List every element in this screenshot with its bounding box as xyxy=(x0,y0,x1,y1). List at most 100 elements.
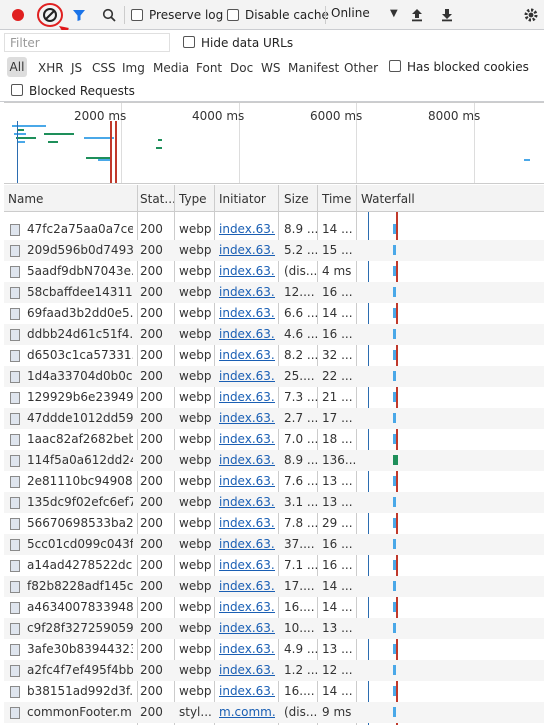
column-time[interactable]: Time xyxy=(322,192,351,206)
blocked-requests-checkbox[interactable] xyxy=(11,84,23,96)
request-initiator[interactable]: index.63... xyxy=(219,684,275,698)
request-name: 69faad3b2dd0e5... xyxy=(27,306,133,320)
request-time: 29 ... xyxy=(322,516,353,530)
request-initiator[interactable]: m.comm... xyxy=(219,705,275,719)
request-initiator[interactable]: index.63... xyxy=(219,600,275,614)
gear-icon[interactable] xyxy=(520,4,542,26)
request-initiator[interactable]: index.63... xyxy=(219,663,275,677)
table-row[interactable]: 114f5a0a612dd24... 200 webp index.63... 8.9 … xyxy=(4,450,544,471)
request-initiator[interactable]: index.63... xyxy=(219,369,275,383)
file-icon xyxy=(10,350,20,362)
column-waterfall[interactable]: Waterfall xyxy=(361,192,415,206)
type-filter-xhr[interactable]: XHR xyxy=(38,61,64,75)
filter-input[interactable]: Filter xyxy=(4,33,170,52)
request-initiator[interactable]: index.63... xyxy=(219,453,275,467)
table-row[interactable]: 69faad3b2dd0e5... 200 webp index.63... 6.6 .… xyxy=(4,303,544,324)
waterfall-bar xyxy=(393,224,396,234)
table-row[interactable]: 209d596b0d7493... 200 webp index.63... 5.2 .… xyxy=(4,240,544,261)
table-row[interactable]: f82b8228adf145c... 200 webp index.63... 17..… xyxy=(4,576,544,597)
request-status: 200 xyxy=(140,621,163,635)
table-row[interactable]: 5aadf9dbN7043e... 200 webp index.63... (dis.… xyxy=(4,261,544,282)
type-filter-doc[interactable]: Doc xyxy=(230,61,253,75)
request-initiator[interactable]: index.63... xyxy=(219,264,275,278)
table-row[interactable]: 5cc01cd099c043f... 200 webp index.63... 37..… xyxy=(4,534,544,555)
request-size: 7.3 ... xyxy=(284,390,319,404)
file-icon xyxy=(10,371,20,383)
type-filter-ws[interactable]: WS xyxy=(261,61,280,75)
disable-cache-checkbox[interactable] xyxy=(227,9,239,21)
table-row[interactable]: 47fc2a75aa0a7ce... 200 webp index.63... 8.9 … xyxy=(4,219,544,240)
table-row[interactable]: 1aac82af2682beb... 200 webp index.63... 7.0 … xyxy=(4,429,544,450)
column-size[interactable]: Size xyxy=(284,192,309,206)
request-name: 3afe30b83944323... xyxy=(27,642,133,656)
request-initiator[interactable]: index.63... xyxy=(219,516,275,530)
table-row[interactable]: 129929b6e23949... 200 webp index.63... 7.3 .… xyxy=(4,387,544,408)
throttle-select[interactable]: Online xyxy=(331,6,370,20)
request-initiator[interactable]: index.63... xyxy=(219,285,275,299)
request-initiator[interactable]: index.63... xyxy=(219,579,275,593)
request-initiator[interactable]: index.63... xyxy=(219,348,275,362)
request-initiator[interactable]: index.63... xyxy=(219,306,275,320)
search-icon[interactable] xyxy=(98,4,120,26)
request-initiator[interactable]: index.63... xyxy=(219,243,275,257)
column-initiator[interactable]: Initiator xyxy=(219,192,266,206)
type-filter-font[interactable]: Font xyxy=(196,61,222,75)
export-har-icon[interactable] xyxy=(436,4,458,26)
import-har-icon[interactable] xyxy=(406,4,428,26)
record-icon[interactable] xyxy=(7,4,29,26)
table-row[interactable]: ddbb24d61c51f4... 200 webp index.63... 4.6 .… xyxy=(4,324,544,345)
table-row[interactable]: a2fc4f7ef495f4bb... 200 webp index.63... 1.2… xyxy=(4,660,544,681)
table-row[interactable]: a14ad4278522dc... 200 webp index.63... 7.1 .… xyxy=(4,555,544,576)
request-initiator[interactable]: index.63... xyxy=(219,390,275,404)
table-row[interactable]: 58cbaffdee14311... 200 webp index.63... 12..… xyxy=(4,282,544,303)
request-initiator[interactable]: index.63... xyxy=(219,495,275,509)
filter-icon[interactable] xyxy=(68,4,90,26)
type-filter-media[interactable]: Media xyxy=(153,61,189,75)
preserve-log-checkbox[interactable] xyxy=(131,9,143,21)
request-initiator[interactable]: index.63... xyxy=(219,432,275,446)
hide-data-urls-checkbox[interactable] xyxy=(183,36,195,48)
request-size: 1.2 ... xyxy=(284,663,319,677)
column-name[interactable]: Name xyxy=(8,192,43,206)
table-row[interactable]: commonFooter.m... 200 styl... m.comm... (dis… xyxy=(4,702,544,723)
table-row[interactable]: d6503c1ca57331... 200 webp index.63... 8.2 .… xyxy=(4,345,544,366)
request-initiator[interactable]: index.63... xyxy=(219,327,275,341)
request-initiator[interactable]: index.63... xyxy=(219,537,275,551)
file-icon xyxy=(10,602,20,614)
has-blocked-cookies-checkbox[interactable] xyxy=(389,60,401,72)
request-size: 25.... xyxy=(284,369,315,383)
column-status[interactable]: Stat... xyxy=(140,192,176,206)
table-row[interactable]: 135dc9f02efc6ef7... 200 webp index.63... 3.1… xyxy=(4,492,544,513)
request-size: 10.... xyxy=(284,621,315,635)
request-size: (dis... xyxy=(284,705,318,719)
request-name: c9f28f327259059... xyxy=(27,621,133,635)
type-filter-all[interactable]: All xyxy=(7,57,27,77)
type-filter-manifest[interactable]: Manifest xyxy=(288,61,339,75)
request-initiator[interactable]: index.63... xyxy=(219,621,275,635)
type-filter-css[interactable]: CSS xyxy=(92,61,116,75)
request-initiator[interactable]: index.63... xyxy=(219,642,275,656)
timeline-overview[interactable]: 2000 ms 4000 ms 6000 ms 8000 ms xyxy=(4,102,544,184)
request-type: webp xyxy=(179,663,212,677)
request-initiator[interactable]: index.63... xyxy=(219,411,275,425)
request-time: 9 ms xyxy=(322,705,352,719)
table-row[interactable]: 56670698533ba2... 200 webp index.63... 7.8 .… xyxy=(4,513,544,534)
request-initiator[interactable]: index.63... xyxy=(219,222,275,236)
table-row[interactable]: 3afe30b83944323... 200 webp index.63... 4.9 … xyxy=(4,639,544,660)
type-filter-img[interactable]: Img xyxy=(122,61,145,75)
table-row[interactable]: b38151ad992d3f... 200 webp index.63... 16...… xyxy=(4,681,544,702)
request-initiator[interactable]: index.63... xyxy=(219,558,275,572)
type-filter-other[interactable]: Other xyxy=(344,61,378,75)
file-icon xyxy=(10,476,20,488)
table-row[interactable]: 2e81110bc94908... 200 webp index.63... 7.6 .… xyxy=(4,471,544,492)
waterfall-bar xyxy=(393,644,396,654)
request-initiator[interactable]: index.63... xyxy=(219,474,275,488)
table-row[interactable]: c9f28f327259059... 200 webp index.63... 10..… xyxy=(4,618,544,639)
table-row[interactable]: a4634007833948... 200 webp index.63... 16...… xyxy=(4,597,544,618)
type-filter-js[interactable]: JS xyxy=(71,61,82,75)
column-type[interactable]: Type xyxy=(179,192,207,206)
request-time: 18 ... xyxy=(322,432,353,446)
file-icon xyxy=(10,623,20,635)
table-row[interactable]: 47ddde1012dd59... 200 webp index.63... 2.7 .… xyxy=(4,408,544,429)
table-row[interactable]: 1d4a33704d0b0c... 200 webp index.63... 25...… xyxy=(4,366,544,387)
